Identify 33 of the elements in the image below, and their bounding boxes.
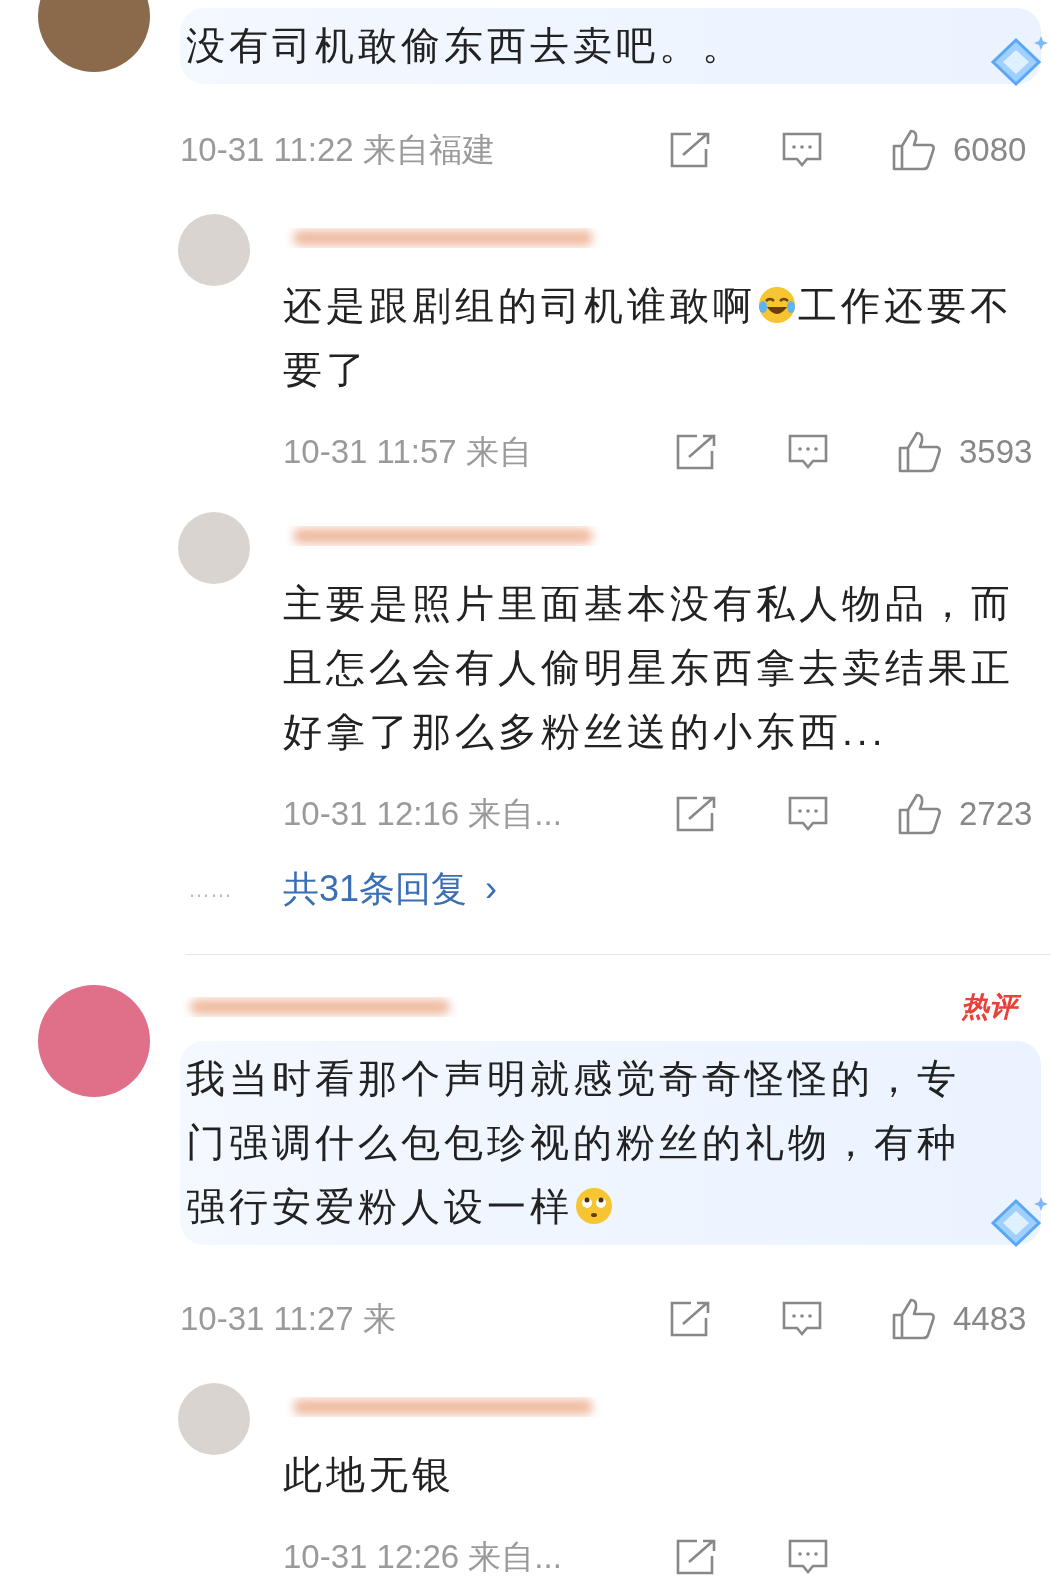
share-icon[interactable] (669, 1300, 711, 1338)
ellipsis-dots: …… (188, 875, 233, 904)
laughing-face-icon (757, 285, 797, 325)
comment-text: 主要是照片里面基本没有私人物品，而且怎么会有人偷明星东西拿去卖结果正好拿了那么多粉丝送的小东西... (283, 581, 1015, 755)
view-replies-link[interactable]: 共31条回复 › (283, 862, 498, 916)
comment-time: 10-31 11:22 来自福建 (180, 130, 496, 171)
comment-icon[interactable] (787, 433, 829, 471)
comment-icon[interactable] (781, 1300, 823, 1338)
like-count: 6080 (953, 130, 1027, 171)
like-icon[interactable] (897, 792, 943, 836)
comment-icon[interactable] (787, 795, 829, 833)
comment-time: 10-31 11:57 来自 (283, 432, 533, 473)
comment-icon[interactable] (787, 1538, 829, 1576)
comment-time: 10-31 12:26 来自... (283, 1537, 563, 1578)
like-icon[interactable] (897, 430, 943, 474)
comment-text: 还是跟剧组的司机谁敢啊 工作还要不要了 (283, 283, 1014, 393)
comment-time: 10-31 12:16 来自... (283, 794, 563, 835)
share-icon[interactable] (675, 1538, 717, 1576)
comment-time: 10-31 11:27 来 (180, 1299, 397, 1340)
like-count: 4483 (953, 1299, 1027, 1340)
like-count: 3593 (959, 432, 1033, 473)
share-icon[interactable] (675, 795, 717, 833)
share-icon[interactable] (675, 433, 717, 471)
comment-text: 此地无银 (283, 1452, 456, 1498)
like-icon[interactable] (891, 128, 937, 172)
share-icon[interactable] (669, 131, 711, 169)
eye-roll-face-icon (574, 1186, 614, 1226)
like-icon[interactable] (891, 1297, 937, 1341)
hot-label: 热评 (961, 990, 1021, 1024)
comment-text: 没有司机敢偷东西去卖吧。。 (186, 23, 746, 69)
like-count: 2723 (959, 794, 1033, 835)
comment-text: 我当时看那个声明就感觉奇奇怪怪的，专门强调什么包包珍视的粉丝的礼物，有种强行安爱粉人设一样 (186, 1056, 961, 1230)
comment-icon[interactable] (781, 131, 823, 169)
